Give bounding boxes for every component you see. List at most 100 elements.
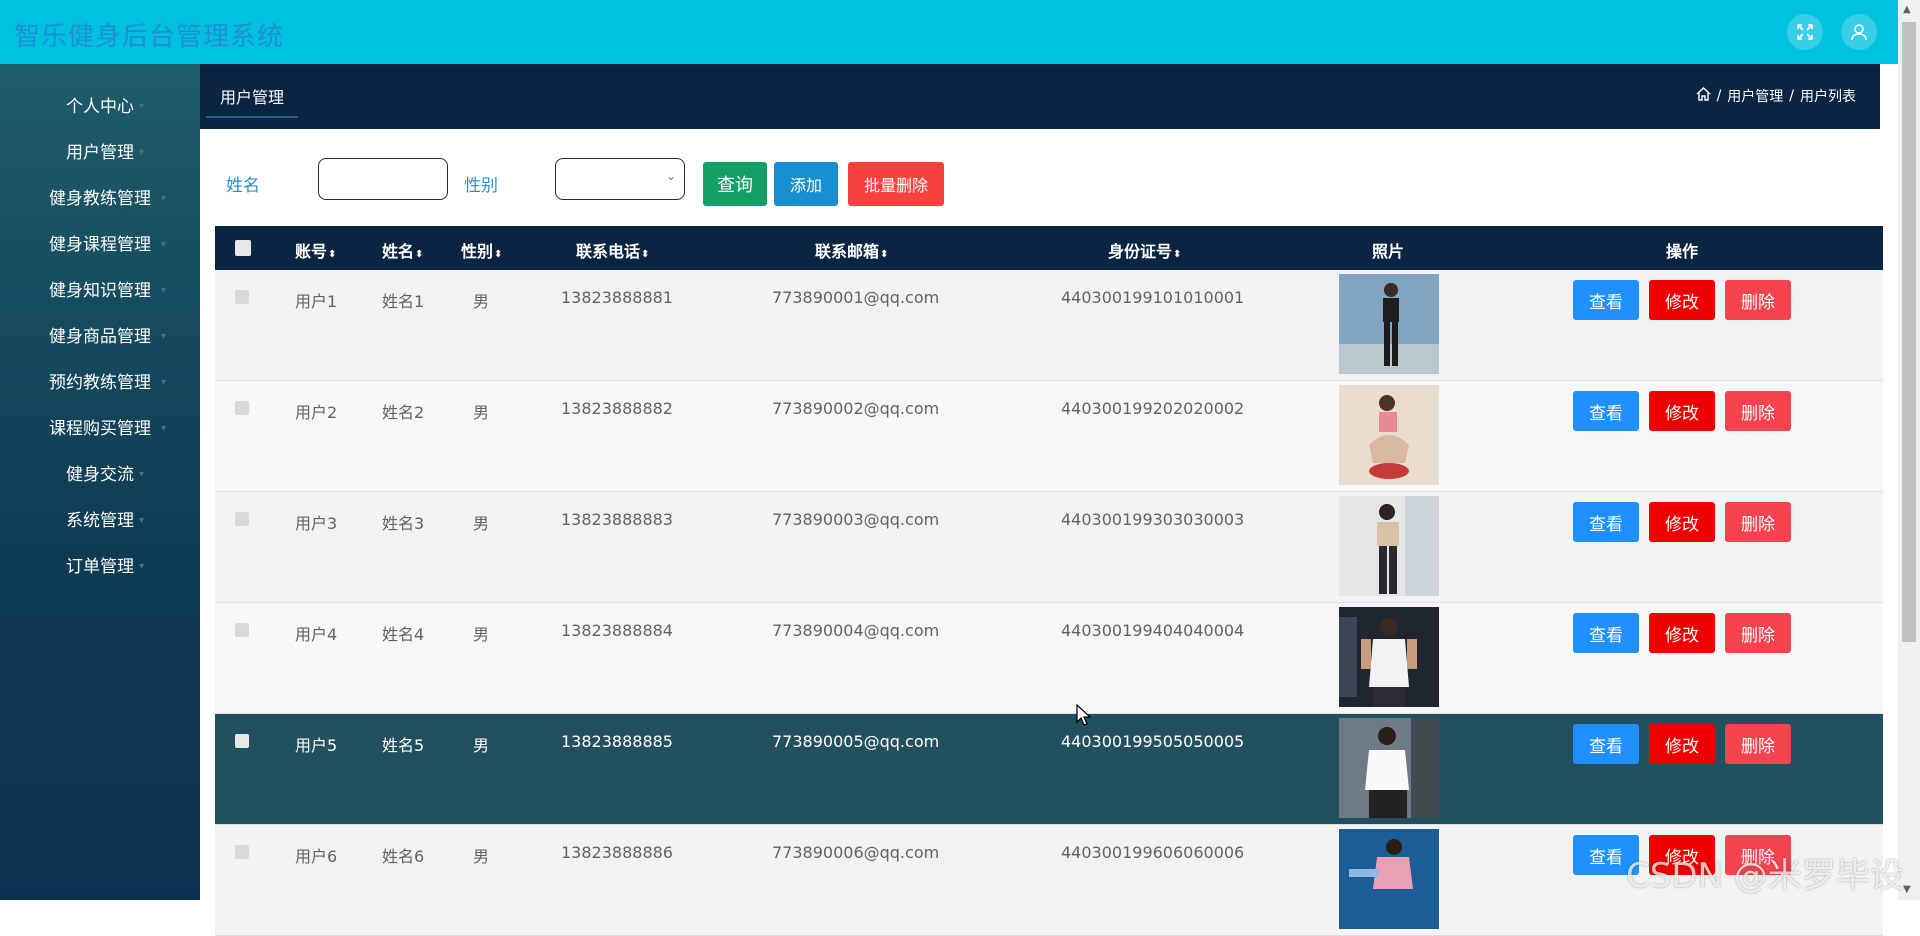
edit-button[interactable]: 修改 <box>1649 391 1715 431</box>
delete-button[interactable]: 删除 <box>1725 391 1791 431</box>
scroll-up-icon[interactable]: ▲ <box>1903 4 1911 15</box>
sidebar-item-course-management[interactable]: 健身课程管理 ▾ <box>0 222 200 268</box>
column-header-actions: 操作 <box>1666 242 1699 261</box>
scrollbar-thumb[interactable] <box>1902 22 1916 642</box>
column-header-email[interactable]: 联系邮箱⬍ <box>815 238 888 262</box>
delete-button[interactable]: 删除 <box>1725 502 1791 542</box>
user-table: 账号⬍ 姓名⬍ 性别⬍ 联系电话⬍ 联系邮箱⬍ 身份证号⬍ 照片 操作 用户1 … <box>215 226 1883 936</box>
table-row[interactable]: 用户1 姓名1 男 13823888881 773890001@qq.com 4… <box>215 270 1883 381</box>
column-header-gender[interactable]: 性别⬍ <box>461 238 502 262</box>
breadcrumb-separator: / <box>1716 88 1722 104</box>
sidebar-item-label: 课程购买管理 <box>49 419 151 439</box>
chevron-down-icon: ▾ <box>160 423 166 434</box>
watermark: CSDN @米罗毕设 <box>1626 856 1904 896</box>
sidebar-item-label: 健身课程管理 <box>49 235 151 255</box>
table-row[interactable]: 用户5 姓名5 男 13823888885 773890005@qq.com 4… <box>215 714 1883 825</box>
chevron-down-icon: ▾ <box>160 377 166 388</box>
query-button[interactable]: 查询 <box>703 162 767 206</box>
cell-account: 用户1 <box>295 292 338 311</box>
breadcrumb-user-management[interactable]: 用户管理 <box>1727 86 1783 106</box>
table-row[interactable]: 用户4 姓名4 男 13823888884 773890004@qq.com 4… <box>215 603 1883 714</box>
cell-name: 姓名1 <box>382 292 425 311</box>
column-header-label: 姓名 <box>382 242 415 261</box>
add-button[interactable]: 添加 <box>774 162 839 206</box>
sort-icon: ⬍ <box>328 249 337 260</box>
sidebar-item-knowledge-management[interactable]: 健身知识管理 ▾ <box>0 268 200 314</box>
cell-phone: 13823888881 <box>561 288 673 307</box>
sidebar-item-label: 健身教练管理 <box>49 189 151 209</box>
row-checkbox[interactable] <box>235 734 249 748</box>
view-button[interactable]: 查看 <box>1573 502 1639 542</box>
sidebar-item-label: 个人中心 <box>66 97 134 117</box>
name-input[interactable] <box>318 158 448 200</box>
sidebar-item-label: 预约教练管理 <box>49 373 151 393</box>
column-header-phone[interactable]: 联系电话⬍ <box>576 238 649 262</box>
edit-button[interactable]: 修改 <box>1649 280 1715 320</box>
cell-account: 用户3 <box>295 514 338 533</box>
user-photo <box>1339 829 1439 929</box>
sidebar-item-coach-management[interactable]: 健身教练管理 ▾ <box>0 176 200 222</box>
row-checkbox[interactable] <box>235 512 249 526</box>
select-all-checkbox[interactable] <box>235 240 251 256</box>
cell-idcard: 440300199101010001 <box>1061 288 1245 307</box>
edit-button[interactable]: 修改 <box>1649 502 1715 542</box>
delete-button[interactable]: 删除 <box>1725 280 1791 320</box>
sidebar-item-goods-management[interactable]: 健身商品管理 ▾ <box>0 314 200 360</box>
view-button[interactable]: 查看 <box>1573 280 1639 320</box>
tab-user-management[interactable]: 用户管理 <box>206 84 299 118</box>
sidebar-item-personal-center[interactable]: 个人中心 ▾ <box>0 84 200 130</box>
row-checkbox[interactable] <box>235 290 249 304</box>
table-row[interactable]: 用户3 姓名3 男 13823888883 773890003@qq.com 4… <box>215 492 1883 603</box>
cell-name: 姓名2 <box>382 403 425 422</box>
batch-delete-button[interactable]: 批量删除 <box>848 162 945 206</box>
column-header-label: 联系邮箱 <box>815 242 880 261</box>
sidebar-item-order-management[interactable]: 订单管理 ▾ <box>0 544 200 590</box>
chevron-down-icon: ▾ <box>138 101 144 112</box>
view-button[interactable]: 查看 <box>1573 613 1639 653</box>
user-photo <box>1339 607 1439 707</box>
row-checkbox[interactable] <box>235 845 249 859</box>
cell-email: 773890006@qq.com <box>772 843 940 862</box>
mouse-cursor-icon <box>1076 703 1092 732</box>
cell-account: 用户6 <box>295 847 338 866</box>
breadcrumb-separator: / <box>1789 88 1794 104</box>
gender-select[interactable]: ⌄ <box>555 158 685 200</box>
sidebar-item-label: 订单管理 <box>66 557 134 577</box>
cell-account: 用户2 <box>295 403 338 422</box>
cell-account: 用户5 <box>295 736 338 755</box>
column-header-label: 联系电话 <box>576 242 641 261</box>
view-button[interactable]: 查看 <box>1573 391 1639 431</box>
row-checkbox[interactable] <box>235 623 249 637</box>
column-header-name[interactable]: 姓名⬍ <box>382 238 423 262</box>
cell-phone: 13823888885 <box>561 732 673 751</box>
cell-idcard: 440300199505050005 <box>1061 732 1245 751</box>
cell-idcard: 440300199303030003 <box>1061 510 1245 529</box>
edit-button[interactable]: 修改 <box>1649 724 1715 764</box>
view-button[interactable]: 查看 <box>1573 724 1639 764</box>
row-checkbox[interactable] <box>235 401 249 415</box>
cell-gender: 男 <box>473 514 490 533</box>
cell-name: 姓名3 <box>382 514 425 533</box>
sidebar-item-user-management[interactable]: 用户管理 ▾ <box>0 130 200 176</box>
delete-button[interactable]: 删除 <box>1725 724 1791 764</box>
sidebar-item-booking-management[interactable]: 预约教练管理 ▾ <box>0 360 200 406</box>
cell-gender: 男 <box>473 292 490 311</box>
chevron-down-icon: ▾ <box>138 561 144 572</box>
cell-phone: 13823888882 <box>561 399 673 418</box>
home-icon[interactable] <box>1696 87 1711 105</box>
sidebar-item-purchase-management[interactable]: 课程购买管理 ▾ <box>0 406 200 452</box>
table-row[interactable]: 用户2 姓名2 男 13823888882 773890002@qq.com 4… <box>215 381 1883 492</box>
sidebar-item-label: 健身交流 <box>66 465 134 485</box>
page-scrollbar[interactable]: ▲ ▼ <box>1898 0 1920 900</box>
delete-button[interactable]: 删除 <box>1725 613 1791 653</box>
column-header-account[interactable]: 账号⬍ <box>295 238 336 262</box>
chevron-down-icon: ▾ <box>160 193 166 204</box>
cell-email: 773890004@qq.com <box>772 621 940 640</box>
sidebar-item-exchange[interactable]: 健身交流 ▾ <box>0 452 200 498</box>
sidebar-item-system-management[interactable]: 系统管理 ▾ <box>0 498 200 544</box>
column-header-idcard[interactable]: 身份证号⬍ <box>1108 238 1181 262</box>
fullscreen-icon[interactable] <box>1787 14 1823 50</box>
user-icon[interactable] <box>1841 14 1877 50</box>
scroll-down-icon[interactable]: ▼ <box>1903 884 1911 895</box>
edit-button[interactable]: 修改 <box>1649 613 1715 653</box>
